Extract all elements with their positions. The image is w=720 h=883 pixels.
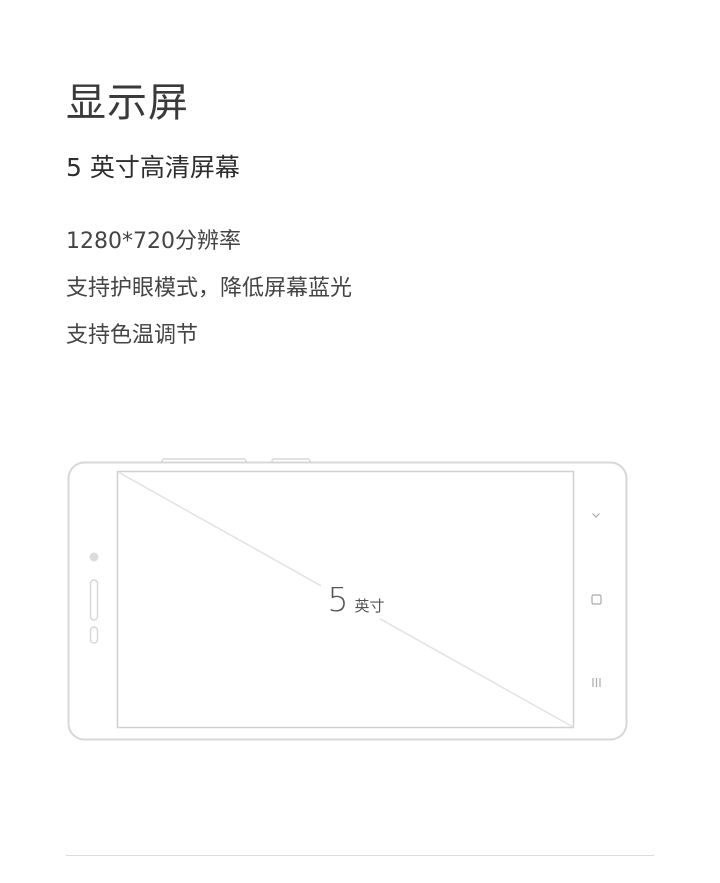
front-camera-icon <box>89 552 99 562</box>
section-divider <box>66 855 654 856</box>
phone-illustration <box>67 458 628 741</box>
